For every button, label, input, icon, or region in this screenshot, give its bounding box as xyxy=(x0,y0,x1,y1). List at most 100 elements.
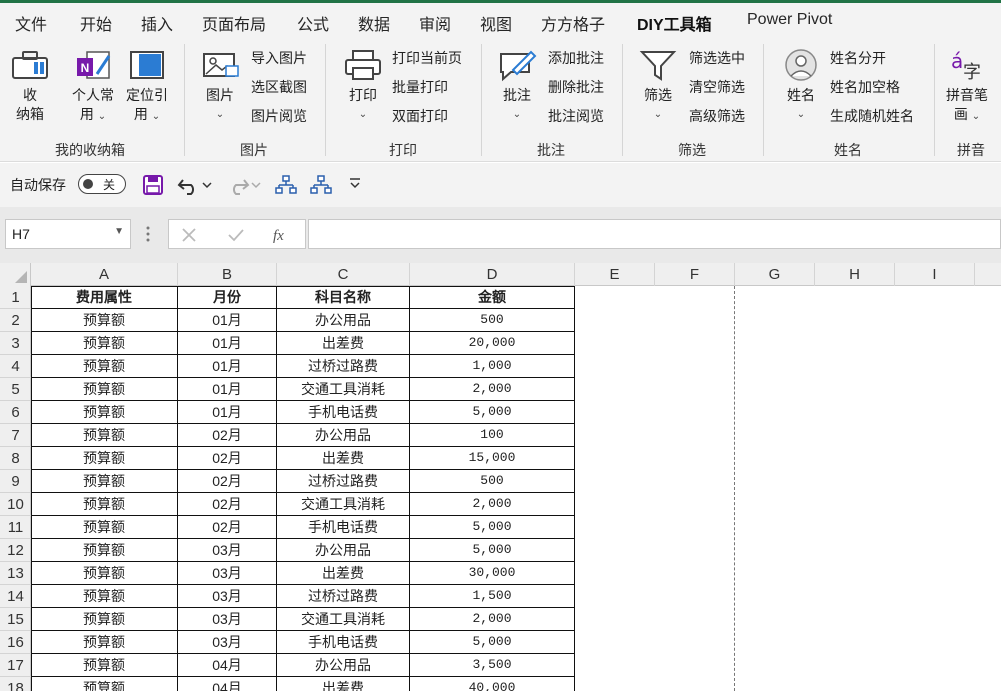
add-comment-button[interactable]: 添加批注 xyxy=(548,48,604,68)
table-cell[interactable]: 过桥过路费 xyxy=(277,355,410,378)
table-cell[interactable]: 02月 xyxy=(178,516,277,539)
table-cell[interactable]: 03月 xyxy=(178,585,277,608)
table-cell[interactable]: 预算额 xyxy=(31,378,178,401)
table-cell[interactable]: 过桥过路费 xyxy=(277,470,410,493)
table-cell[interactable]: 5,000 xyxy=(410,516,575,539)
table-cell[interactable]: 预算额 xyxy=(31,516,178,539)
table-cell[interactable]: 02月 xyxy=(178,493,277,516)
table-cell[interactable]: 办公用品 xyxy=(277,654,410,677)
table-cell[interactable]: 预算额 xyxy=(31,493,178,516)
customize-qat-button[interactable] xyxy=(348,176,362,193)
filter-selected-button[interactable]: 筛选选中 xyxy=(689,48,745,68)
row-header[interactable]: 12 xyxy=(0,539,31,562)
table-cell[interactable]: 预算额 xyxy=(31,631,178,654)
table-cell[interactable]: 01月 xyxy=(178,355,277,378)
row-header[interactable]: 4 xyxy=(0,355,31,378)
pinyin-stroke-button[interactable]: á 字 拼音笔 画 ⌄ xyxy=(946,48,988,126)
table-cell[interactable]: 04月 xyxy=(178,677,277,691)
random-name-button[interactable]: 生成随机姓名 xyxy=(830,106,914,126)
row-header[interactable]: 3 xyxy=(0,332,31,355)
print-button[interactable]: 打印 ⌄ xyxy=(343,48,383,124)
column-header-b[interactable]: B xyxy=(178,263,277,286)
image-view-button[interactable]: 图片阅览 xyxy=(251,106,307,126)
cancel-icon[interactable] xyxy=(181,227,197,243)
comment-button[interactable]: 批注 ⌄ xyxy=(497,48,537,124)
table-cell[interactable]: 1,500 xyxy=(410,585,575,608)
table-cell[interactable]: 预算额 xyxy=(31,424,178,447)
table-cell[interactable]: 办公用品 xyxy=(277,424,410,447)
table-cell[interactable]: 预算额 xyxy=(31,654,178,677)
table-cell[interactable]: 03月 xyxy=(178,631,277,654)
table-cell[interactable]: 手机电话费 xyxy=(277,401,410,424)
name-add-space-button[interactable]: 姓名加空格 xyxy=(830,77,900,97)
row-header[interactable]: 2 xyxy=(0,309,31,332)
row-header[interactable]: 13 xyxy=(0,562,31,585)
table-cell[interactable]: 过桥过路费 xyxy=(277,585,410,608)
table-cell[interactable]: 02月 xyxy=(178,424,277,447)
table-cell[interactable]: 办公用品 xyxy=(277,539,410,562)
table-cell[interactable]: 2,000 xyxy=(410,608,575,631)
filter-button[interactable]: 筛选 ⌄ xyxy=(638,48,678,124)
tab-10[interactable]: Power Pivot xyxy=(747,11,832,29)
table-cell[interactable]: 出差费 xyxy=(277,562,410,585)
cell-area[interactable]: 费用属性 月份 科目名称 金额 预算额 01月 办公用品 500 预算额 01月 出差费 20,000… xyxy=(31,286,1001,691)
tab-4[interactable]: 公式 xyxy=(297,11,329,35)
table-cell[interactable]: 预算额 xyxy=(31,562,178,585)
advanced-filter-button[interactable]: 高级筛选 xyxy=(689,106,745,126)
redo-button[interactable] xyxy=(226,174,262,199)
undo-button[interactable] xyxy=(177,174,213,199)
table-cell[interactable]: 手机电话费 xyxy=(277,631,410,654)
tab-6[interactable]: 审阅 xyxy=(419,11,451,35)
table-cell[interactable]: 2,000 xyxy=(410,378,575,401)
header-cell[interactable]: 科目名称 xyxy=(277,286,410,309)
tab-1[interactable]: 开始 xyxy=(80,11,112,35)
table-cell[interactable]: 预算额 xyxy=(31,677,178,691)
table-cell[interactable]: 交通工具消耗 xyxy=(277,608,410,631)
split-name-button[interactable]: 姓名分开 xyxy=(830,48,886,68)
table-cell[interactable]: 办公用品 xyxy=(277,309,410,332)
table-cell[interactable]: 预算额 xyxy=(31,309,178,332)
table-cell[interactable]: 交通工具消耗 xyxy=(277,493,410,516)
image-button[interactable]: 图片 ⌄ xyxy=(200,48,240,124)
row-header[interactable]: 18 xyxy=(0,677,31,691)
table-cell[interactable]: 3,500 xyxy=(410,654,575,677)
comment-view-button[interactable]: 批注阅览 xyxy=(548,106,604,126)
tab-3[interactable]: 页面布局 xyxy=(202,11,266,35)
table-cell[interactable]: 预算额 xyxy=(31,447,178,470)
table-cell[interactable]: 5,000 xyxy=(410,539,575,562)
name-button[interactable]: 姓名 ⌄ xyxy=(781,48,821,124)
table-cell[interactable]: 03月 xyxy=(178,608,277,631)
table-cell[interactable]: 预算额 xyxy=(31,470,178,493)
storage-box-button[interactable]: 收 纳箱 xyxy=(10,48,50,124)
row-header[interactable]: 17 xyxy=(0,654,31,677)
table-cell[interactable]: 500 xyxy=(410,470,575,493)
table-cell[interactable]: 03月 xyxy=(178,539,277,562)
table-cell[interactable]: 20,000 xyxy=(410,332,575,355)
org-chart-alt-button[interactable] xyxy=(310,174,332,199)
locate-reference-button[interactable]: 定位引 用 ⌄ xyxy=(126,48,168,126)
save-button[interactable] xyxy=(142,174,164,199)
row-header[interactable]: 9 xyxy=(0,470,31,493)
table-cell[interactable]: 5,000 xyxy=(410,401,575,424)
column-header-d[interactable]: D xyxy=(410,263,575,286)
tab-5[interactable]: 数据 xyxy=(358,11,390,35)
table-cell[interactable]: 出差费 xyxy=(277,677,410,691)
table-cell[interactable]: 100 xyxy=(410,424,575,447)
row-header[interactable]: 15 xyxy=(0,608,31,631)
table-cell[interactable]: 2,000 xyxy=(410,493,575,516)
row-header[interactable]: 16 xyxy=(0,631,31,654)
drag-handle-icon[interactable] xyxy=(145,225,151,246)
header-cell[interactable]: 月份 xyxy=(178,286,277,309)
table-cell[interactable]: 01月 xyxy=(178,378,277,401)
column-header-f[interactable]: F xyxy=(655,263,735,286)
select-all-corner[interactable] xyxy=(0,263,31,286)
row-header[interactable]: 7 xyxy=(0,424,31,447)
row-header[interactable]: 14 xyxy=(0,585,31,608)
duplex-print-button[interactable]: 双面打印 xyxy=(392,106,448,126)
table-cell[interactable]: 5,000 xyxy=(410,631,575,654)
confirm-icon[interactable] xyxy=(227,227,245,243)
selection-screenshot-button[interactable]: 选区截图 xyxy=(251,77,307,97)
table-cell[interactable]: 01月 xyxy=(178,309,277,332)
row-header[interactable]: 8 xyxy=(0,447,31,470)
org-chart-button[interactable] xyxy=(275,174,297,199)
